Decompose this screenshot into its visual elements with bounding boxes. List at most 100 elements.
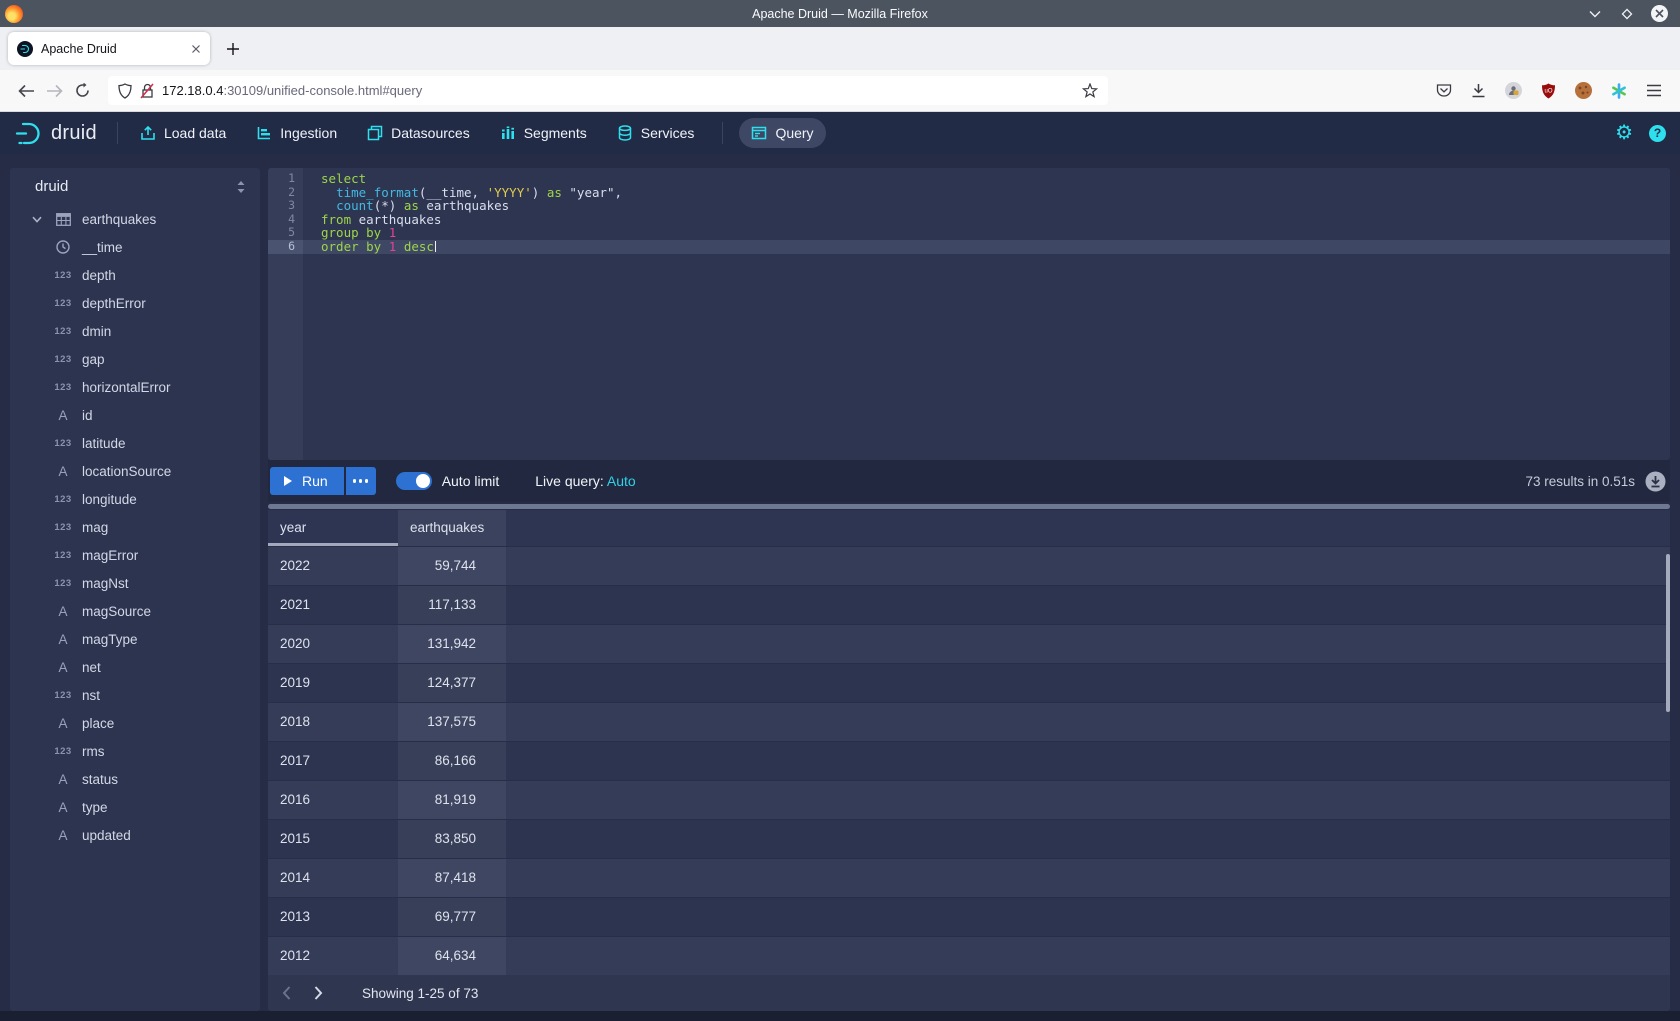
column-header-year[interactable]: year	[268, 510, 398, 546]
sidebar-column-time[interactable]: __time	[10, 233, 260, 261]
downloads-icon[interactable]	[1471, 83, 1486, 99]
minimize-icon[interactable]	[1587, 6, 1603, 22]
cell-year[interactable]: 2016	[268, 781, 398, 819]
sidebar-column-magError[interactable]: 123magError	[10, 541, 260, 569]
help-icon[interactable]: ?	[1649, 125, 1666, 142]
insecure-lock-icon[interactable]	[140, 83, 154, 99]
sidebar-column-status[interactable]: Astatus	[10, 765, 260, 793]
cell-year[interactable]: 2014	[268, 859, 398, 897]
back-icon[interactable]	[12, 77, 40, 105]
browser-tab[interactable]: Apache Druid	[8, 32, 210, 65]
druid-logo[interactable]: druid	[14, 120, 97, 147]
cell-earthquakes[interactable]: 124,377	[398, 664, 506, 702]
vertical-scrollbar[interactable]	[1666, 554, 1670, 712]
editor-line-5[interactable]: 5group by 1	[268, 226, 1670, 240]
cell-year[interactable]: 2015	[268, 820, 398, 858]
forward-icon[interactable]	[40, 77, 68, 105]
sidebar-column-depthError[interactable]: 123depthError	[10, 289, 260, 317]
chevron-down-icon[interactable]	[30, 216, 44, 223]
sidebar-column-depth[interactable]: 123depth	[10, 261, 260, 289]
sidebar-column-latitude[interactable]: 123latitude	[10, 429, 260, 457]
sidebar-column-gap[interactable]: 123gap	[10, 345, 260, 373]
new-tab-icon[interactable]	[226, 42, 240, 56]
cell-year[interactable]: 2021	[268, 586, 398, 624]
sidebar-column-place[interactable]: Aplace	[10, 709, 260, 737]
cell-year[interactable]: 2012	[268, 937, 398, 975]
run-more-button[interactable]	[346, 467, 376, 495]
schema-selector[interactable]: druid	[35, 178, 68, 195]
sidebar-column-rms[interactable]: 123rms	[10, 737, 260, 765]
cookie-extension-icon[interactable]	[1575, 82, 1592, 99]
sidebar-column-magNst[interactable]: 123magNst	[10, 569, 260, 597]
sidebar-column-id[interactable]: Aid	[10, 401, 260, 429]
cell-earthquakes[interactable]: 69,777	[398, 898, 506, 936]
text-cursor	[435, 241, 437, 252]
cell-earthquakes[interactable]: 81,919	[398, 781, 506, 819]
shield-icon[interactable]	[118, 83, 132, 99]
cell-earthquakes[interactable]: 137,575	[398, 703, 506, 741]
editor-line-6[interactable]: 6order by 1 desc	[268, 240, 1670, 254]
editor-line-3[interactable]: 3 count(*) as earthquakes	[268, 199, 1670, 213]
sidebar-column-mag[interactable]: 123mag	[10, 513, 260, 541]
sidebar-column-locationSource[interactable]: AlocationSource	[10, 457, 260, 485]
cell-year[interactable]: 2013	[268, 898, 398, 936]
cell-earthquakes[interactable]: 117,133	[398, 586, 506, 624]
nav-services[interactable]: Services	[605, 118, 707, 148]
cell-year[interactable]: 2022	[268, 547, 398, 585]
sidebar-column-dmin[interactable]: 123dmin	[10, 317, 260, 345]
cell-year[interactable]: 2019	[268, 664, 398, 702]
auto-limit-toggle[interactable]	[396, 472, 432, 490]
sidebar-column-horizontalError[interactable]: 123horizontalError	[10, 373, 260, 401]
reload-icon[interactable]	[68, 77, 96, 105]
cell-earthquakes[interactable]: 59,744	[398, 547, 506, 585]
cell-earthquakes[interactable]: 86,166	[398, 742, 506, 780]
string-type-icon: A	[52, 828, 74, 843]
cell-year[interactable]: 2017	[268, 742, 398, 780]
sidebar-column-magSource[interactable]: AmagSource	[10, 597, 260, 625]
nav-query[interactable]: Query	[739, 118, 825, 148]
cell-earthquakes[interactable]: 131,942	[398, 625, 506, 663]
sidebar-column-nst[interactable]: 123nst	[10, 681, 260, 709]
sidebar-column-magType[interactable]: AmagType	[10, 625, 260, 653]
prev-page-icon[interactable]	[272, 979, 300, 1007]
nav-datasources[interactable]: Datasources	[355, 118, 482, 148]
sidebar-column-updated[interactable]: Aupdated	[10, 821, 260, 849]
string-type-icon: A	[52, 632, 74, 647]
sidebar-column-longitude[interactable]: 123longitude	[10, 485, 260, 513]
close-icon[interactable]	[1651, 5, 1668, 22]
sidebar-table-earthquakes[interactable]: earthquakes	[10, 205, 260, 233]
editor-line-2[interactable]: 2 time_format(__time, 'YYYY') as "year",	[268, 186, 1670, 200]
settings-gear-icon[interactable]: ⚙	[1615, 123, 1633, 143]
pocket-icon[interactable]	[1436, 83, 1452, 98]
editor-line-4[interactable]: 4from earthquakes	[268, 213, 1670, 227]
download-results-icon[interactable]	[1645, 471, 1666, 492]
cell-year[interactable]: 2018	[268, 703, 398, 741]
cell-earthquakes[interactable]: 83,850	[398, 820, 506, 858]
nav-segments[interactable]: Segments	[488, 118, 599, 148]
sidebar-column-net[interactable]: Anet	[10, 653, 260, 681]
account-extension-icon[interactable]	[1505, 82, 1522, 99]
cell-earthquakes[interactable]: 64,634	[398, 937, 506, 975]
cell-year[interactable]: 2020	[268, 625, 398, 663]
run-button[interactable]: Run	[270, 467, 344, 495]
tab-close-icon[interactable]	[191, 44, 201, 54]
column-header-earthquakes[interactable]: earthquakes	[398, 510, 506, 546]
maximize-icon[interactable]	[1619, 6, 1635, 22]
next-page-icon[interactable]	[304, 979, 332, 1007]
bookmark-star-icon[interactable]	[1082, 83, 1098, 99]
sidebar-column-type[interactable]: Atype	[10, 793, 260, 821]
live-query-value[interactable]: Auto	[607, 473, 636, 489]
table-row: 2021117,133	[268, 585, 1670, 624]
asterisk-extension-icon[interactable]	[1611, 83, 1627, 99]
cell-earthquakes[interactable]: 87,418	[398, 859, 506, 897]
header-divider	[722, 122, 723, 144]
double-caret-icon[interactable]	[236, 180, 246, 194]
url-bar[interactable]: 172.18.0.4:30109/unified-console.html#qu…	[108, 76, 1108, 105]
ublock-icon[interactable]: uO	[1541, 83, 1556, 99]
menu-hamburger-icon[interactable]	[1646, 84, 1662, 97]
editor-line-1[interactable]: 1select	[268, 172, 1670, 186]
nav-load-data[interactable]: Load data	[128, 118, 238, 148]
sql-editor[interactable]: 1select2 time_format(__time, 'YYYY') as …	[268, 168, 1670, 460]
horizontal-scrollbar[interactable]	[268, 502, 1670, 510]
nav-ingestion[interactable]: Ingestion	[244, 118, 349, 148]
